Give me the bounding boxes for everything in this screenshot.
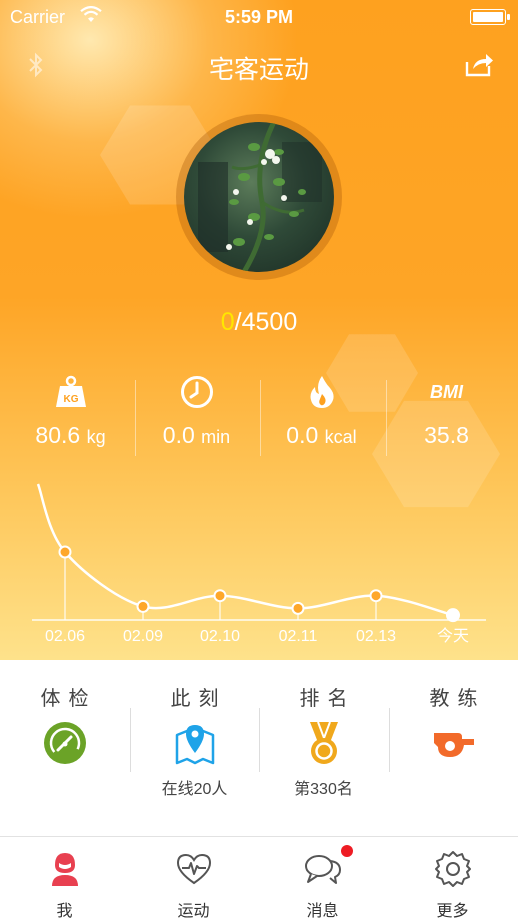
chart-x-tick-label: 02.06	[45, 628, 85, 645]
clock-icon	[132, 372, 261, 412]
tab-me[interactable]: 我	[0, 837, 129, 921]
feature-label: 排名	[299, 688, 356, 710]
stat-duration: 0.0 min	[132, 372, 261, 462]
clock-time: 5:59 PM	[224, 7, 294, 27]
feature-ranking[interactable]: 排名 第330名	[259, 682, 388, 799]
chart-point	[213, 589, 227, 603]
weight-kg-icon: KG	[6, 372, 135, 412]
share-icon[interactable]	[464, 50, 494, 83]
medal-icon	[300, 719, 348, 767]
stat-unit: kcal	[324, 427, 357, 447]
svg-text:KG: KG	[63, 394, 78, 405]
feature-sub: 第330名	[294, 781, 353, 798]
stat-value: 0.0	[286, 422, 319, 448]
notification-badge	[340, 845, 353, 857]
tab-label: 更多	[436, 903, 469, 920]
chart-point	[136, 599, 150, 613]
feature-panel: 体检 此刻 在线20人 排名 第330名 教练	[0, 660, 518, 835]
step-current: 0	[220, 308, 235, 336]
chart-x-tick-label: 02.09	[123, 628, 163, 645]
feature-label: 体检	[40, 688, 97, 710]
feature-now[interactable]: 此刻 在线20人	[130, 682, 259, 799]
nav-bar: 宅客运动	[0, 44, 518, 88]
map-location-icon	[171, 719, 219, 767]
chat-bubbles-icon	[301, 845, 353, 891]
stat-weight: KG 80.6 kg	[6, 372, 135, 462]
chart-x-tick-label: 02.11	[279, 628, 318, 645]
heart-pulse-icon	[172, 847, 216, 891]
chart-x-tick-label: 02.10	[200, 628, 240, 645]
feature-label: 此刻	[170, 688, 227, 710]
stat-unit: min	[201, 427, 231, 447]
gear-icon	[431, 847, 475, 891]
stats-row: KG 80.6 kg 0.0 min 0.0 kcal BMI 35.8	[0, 372, 518, 462]
status-bar: Carrier 5:59 PM	[0, 0, 518, 34]
stat-value: 35.8	[424, 422, 469, 448]
speedometer-icon	[41, 719, 89, 767]
whistle-icon	[430, 719, 478, 767]
tab-label: 消息	[306, 903, 339, 920]
feature-checkup[interactable]: 体检	[0, 682, 129, 775]
tab-label: 运动	[177, 903, 210, 920]
step-progress: 0/4500	[0, 308, 518, 337]
flame-icon	[257, 372, 386, 412]
step-total: /4500	[234, 308, 298, 336]
weight-trend-chart: 02.06 02.09 02.10 02.11 02.13 今天	[0, 470, 518, 655]
bmi-icon: BMI	[382, 372, 511, 412]
tab-messages[interactable]: 消息	[258, 837, 387, 921]
tab-sport[interactable]: 运动	[129, 837, 258, 921]
stat-unit: kg	[86, 427, 106, 447]
chart-x-tick-label: 02.13	[356, 628, 396, 645]
chart-x-tick-label: 今天	[437, 627, 469, 645]
stat-value: 0.0	[162, 422, 195, 448]
tab-bar: 我 运动 消息 更多	[0, 836, 518, 921]
battery-icon	[470, 9, 510, 25]
tab-more[interactable]: 更多	[388, 837, 517, 921]
feature-coach[interactable]: 教练	[389, 682, 518, 775]
stat-bmi: BMI 35.8	[382, 372, 511, 462]
user-icon	[43, 847, 87, 891]
chart-svg: 02.06 02.09 02.10 02.11 02.13 今天	[32, 483, 486, 645]
feature-sub: 在线20人	[161, 781, 228, 798]
chart-point	[369, 589, 383, 603]
chart-point	[291, 601, 305, 615]
header-panel: Carrier 5:59 PM 宅客运动 0/4500 KG 80.6 kg 0…	[0, 0, 518, 660]
chart-series-line	[36, 483, 454, 617]
chart-point	[58, 545, 72, 559]
tab-label: 我	[56, 903, 73, 920]
page-title: 宅客运动	[208, 56, 309, 84]
bmi-icon-text: BMI	[430, 381, 463, 402]
avatar[interactable]	[184, 122, 334, 272]
stat-value: 80.6	[35, 422, 81, 448]
chart-point	[446, 608, 460, 623]
avatar-frame[interactable]	[176, 114, 342, 280]
feature-label: 教练	[429, 688, 486, 710]
stat-calories: 0.0 kcal	[257, 372, 386, 462]
